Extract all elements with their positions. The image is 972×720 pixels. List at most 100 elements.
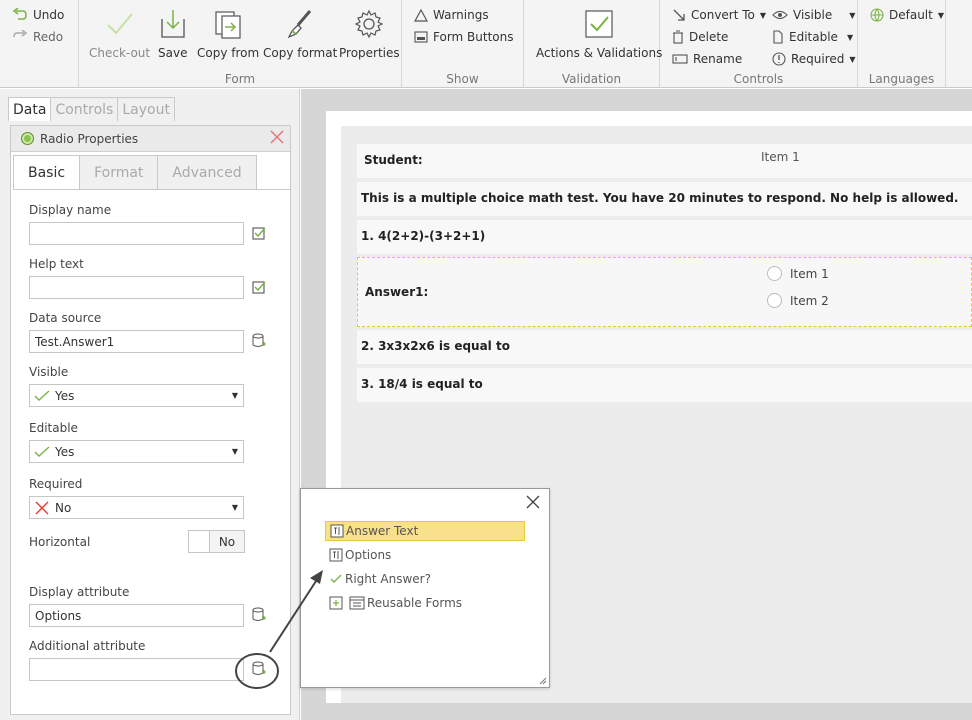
resize-grip-icon[interactable]: [539, 677, 547, 685]
gear-icon: [354, 9, 384, 39]
undo-redo-group: Undo Redo: [0, 0, 70, 88]
properties-header: Radio Properties: [11, 126, 290, 152]
tree-item-label: Right Answer?: [345, 572, 431, 586]
required-label: Required: [791, 52, 845, 66]
editable-button[interactable]: Editable ▼: [772, 30, 853, 44]
eye-icon: [772, 10, 788, 20]
help-text-label: Help text: [29, 257, 84, 271]
visible-label: Visible: [29, 365, 69, 379]
warnings-button[interactable]: Warnings: [414, 8, 489, 22]
question-1-row[interactable]: 1. 4(2+2)-(3+2+1): [357, 220, 972, 254]
tab-data[interactable]: Data: [8, 97, 52, 121]
chevron-down-icon: ▼: [846, 32, 854, 42]
delete-button[interactable]: Delete: [672, 30, 728, 44]
intro-row[interactable]: This is a multiple choice math test. You…: [357, 182, 972, 216]
rename-button[interactable]: Rename: [672, 52, 742, 66]
visible-button[interactable]: Visible ▼: [772, 8, 855, 22]
tree-item-right-answer[interactable]: Right Answer?: [325, 569, 431, 589]
checkout-button[interactable]: Check-out: [89, 8, 150, 60]
answer1-option-1[interactable]: Item 1: [767, 266, 829, 281]
properties-button[interactable]: Properties: [339, 8, 400, 60]
help-text-input[interactable]: [29, 276, 244, 299]
horizontal-toggle[interactable]: No: [188, 530, 245, 553]
database-icon[interactable]: [251, 333, 267, 349]
copy-format-label: Copy format: [263, 46, 338, 60]
checkmark-icon: [106, 13, 133, 35]
warning-icon: [414, 8, 428, 22]
undo-icon: [12, 8, 27, 20]
editable-icon: [773, 30, 783, 44]
required-select[interactable]: No ▼: [29, 496, 244, 519]
copy-format-button[interactable]: Copy format: [263, 8, 337, 60]
tab-controls[interactable]: Controls: [50, 97, 119, 121]
visible-select[interactable]: Yes ▼: [29, 384, 244, 407]
form-buttons-icon: [414, 31, 428, 43]
close-icon[interactable]: [268, 128, 286, 146]
convert-to-label: Convert To: [691, 8, 755, 22]
undo-label: Undo: [33, 8, 65, 22]
data-source-input[interactable]: [29, 330, 244, 353]
additional-attribute-input[interactable]: [29, 658, 244, 681]
question-3-row[interactable]: 3. 18/4 is equal to: [357, 368, 972, 402]
checkbox-icon[interactable]: [251, 279, 267, 295]
tree-item-label: Reusable Forms: [367, 596, 463, 610]
checkbox-icon[interactable]: [251, 225, 267, 241]
save-button[interactable]: Save: [158, 8, 187, 60]
required-value: No: [55, 500, 72, 515]
field-icon: [330, 524, 344, 538]
actions-validations-button[interactable]: Actions & Validations: [536, 8, 662, 60]
languages-group-label: Languages: [868, 72, 935, 86]
trash-icon: [673, 30, 683, 44]
answer1-option-2[interactable]: Item 2: [767, 293, 829, 308]
student-label: Student:: [364, 153, 423, 167]
student-row[interactable]: Student: Item 1: [357, 144, 972, 178]
save-icon: [161, 10, 185, 38]
convert-icon: [673, 9, 685, 21]
tree-item-answer-text[interactable]: Answer Text: [325, 521, 525, 541]
tab-basic[interactable]: Basic: [13, 155, 81, 190]
expand-icon[interactable]: [329, 596, 343, 610]
convert-to-button[interactable]: Convert To ▼: [672, 8, 766, 22]
paintbrush-icon: [287, 10, 312, 39]
close-icon[interactable]: [525, 494, 541, 510]
tab-advanced[interactable]: Advanced: [157, 155, 257, 190]
tree-item-reusable-forms[interactable]: Reusable Forms: [325, 593, 462, 613]
question-3-text: 3. 18/4 is equal to: [361, 377, 483, 391]
editable-select[interactable]: Yes ▼: [29, 440, 244, 463]
student-value: Item 1: [761, 150, 800, 164]
display-attribute-input[interactable]: [29, 604, 244, 627]
copy-from-button[interactable]: Copy from: [197, 8, 259, 60]
copy-from-label: Copy from: [197, 46, 260, 60]
copy-from-icon: [215, 11, 241, 39]
form-buttons-label: Form Buttons: [433, 30, 514, 44]
panel-tabs: Data Controls Layout: [8, 97, 175, 121]
form-buttons-button[interactable]: Form Buttons: [414, 30, 514, 44]
left-panel: Data Controls Layout Radio Properties Ba…: [0, 89, 300, 720]
form-group: Check-out Save Copy from Copy format Pro…: [78, 0, 402, 88]
toggle-knob: [189, 531, 210, 552]
editable-label: Editable: [789, 30, 838, 44]
tree-item-label: Answer Text: [346, 524, 419, 538]
chevron-down-icon: ▼: [231, 503, 238, 512]
undo-button[interactable]: Undo: [12, 8, 64, 22]
actions-validations-label: Actions & Validations: [536, 46, 663, 60]
radio-icon: [21, 132, 34, 145]
required-icon: [772, 52, 786, 66]
database-icon[interactable]: [251, 607, 267, 623]
answer1-row[interactable]: Answer1: Item 1 Item 2: [357, 257, 972, 327]
forms-icon: [349, 596, 365, 610]
question-2-row[interactable]: 2. 3x3x2x6 is equal to: [357, 330, 972, 364]
database-icon[interactable]: [251, 661, 267, 677]
intro-text: This is a multiple choice math test. You…: [361, 191, 959, 205]
language-select[interactable]: Default ▼: [870, 8, 944, 22]
validation-check-icon: [585, 10, 613, 38]
display-name-input[interactable]: [29, 222, 244, 245]
redo-button[interactable]: Redo: [12, 30, 63, 44]
checkmark-icon: [34, 389, 50, 401]
tree-item-options[interactable]: Options: [325, 545, 391, 565]
tab-format[interactable]: Format: [79, 155, 159, 190]
validation-group: Actions & Validations Validation: [524, 0, 662, 88]
delete-label: Delete: [689, 30, 729, 44]
tab-layout[interactable]: Layout: [117, 97, 175, 121]
required-button[interactable]: Required ▼: [772, 52, 856, 66]
